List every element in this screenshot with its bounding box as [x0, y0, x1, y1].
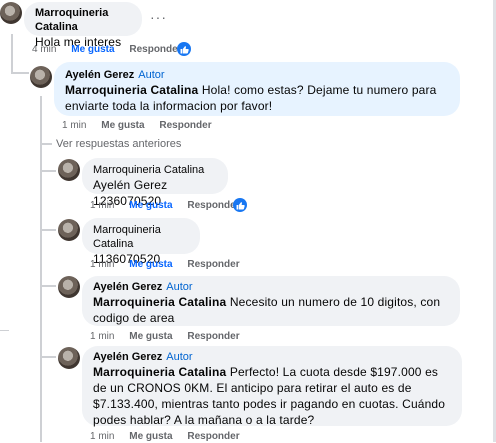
like-button[interactable]: Me gusta: [129, 200, 172, 211]
comment-author: Ayelén Gerez Autor: [93, 280, 448, 294]
mention-link[interactable]: Marroquineria Catalina: [93, 365, 226, 379]
comment-meta: 1 min Me gusta Responder: [90, 259, 252, 271]
comment-time[interactable]: 1 min: [90, 200, 114, 211]
like-button[interactable]: Me gusta: [129, 331, 172, 342]
reply-button[interactable]: Responder: [129, 44, 181, 55]
comment-time[interactable]: 1 min: [90, 259, 114, 270]
comment-bubble: Ayelén Gerez Autor Marroquineria Catalina…: [82, 346, 462, 428]
author-badge: Autor: [166, 351, 193, 363]
view-previous-replies-link[interactable]: Ver respuestas anteriores: [56, 138, 181, 150]
comment-bubble: Marroquineria Catalina 1136070520: [82, 218, 200, 266]
comment-author[interactable]: Marroquineria Catalina: [35, 6, 130, 34]
thread-line-branch-2: [40, 170, 56, 172]
left-edge-divider: [0, 330, 9, 331]
thread-line-replies: [40, 96, 42, 442]
thread-line-branch-3: [40, 229, 56, 231]
comment-author[interactable]: Marroquineria Catalina: [93, 163, 216, 177]
reply-button[interactable]: Responder: [187, 331, 239, 342]
mention-link[interactable]: Marroquineria Catalina: [93, 295, 226, 309]
like-button[interactable]: Me gusta: [101, 120, 144, 131]
avatar[interactable]: [0, 2, 22, 24]
author-badge: Autor: [138, 69, 165, 81]
avatar[interactable]: [58, 219, 80, 241]
author-name[interactable]: Ayelén Gerez: [93, 351, 162, 363]
comment-author[interactable]: Marroquineria Catalina: [93, 223, 188, 251]
like-reaction-icon[interactable]: [177, 42, 191, 56]
comment-text: Marroquineria Catalina Perfecto! La cuot…: [93, 364, 450, 428]
comment-bubble: Ayelén Gerez Autor Marroquineria Catalina…: [82, 276, 460, 326]
like-reaction-icon[interactable]: [233, 198, 247, 212]
comment-author: Ayelén Gerez Autor: [93, 350, 450, 364]
comment-author: Ayelén Gerez Autor: [65, 68, 448, 82]
comment-time[interactable]: 1 min: [90, 431, 114, 442]
thread-line-branch-4: [40, 285, 56, 287]
avatar[interactable]: [58, 347, 80, 369]
comment-bubble: Marroquineria Catalina Hola me interes: [24, 2, 142, 49]
comment-meta: 1 min Me gusta Responder: [62, 120, 224, 132]
avatar[interactable]: [58, 276, 80, 298]
comment-meta: 1 min Me gusta Responder: [90, 331, 252, 343]
like-button[interactable]: Me gusta: [129, 431, 172, 442]
avatar[interactable]: [58, 159, 80, 181]
comment-meta: 4 min Me gusta Responder: [32, 44, 194, 56]
comment-text: Marroquineria Catalina Hola! como estas?…: [65, 82, 448, 114]
comment-bubble: Marroquineria Catalina Ayelén Gerez 1236…: [82, 158, 228, 208]
like-button[interactable]: Me gusta: [71, 44, 114, 55]
comment-text: Marroquineria Catalina Necesito un numer…: [93, 294, 448, 326]
thread-line-branch-5: [40, 356, 56, 358]
thread-line-prev-branch: [40, 143, 52, 145]
mention-link[interactable]: Ayelén Gerez: [93, 178, 167, 192]
reply-button[interactable]: Responder: [187, 259, 239, 270]
reply-button[interactable]: Responder: [187, 431, 239, 442]
comment-meta: 1 min Me gusta Responder: [90, 200, 252, 212]
comment-meta: 1 min Me gusta Responder: [90, 431, 252, 443]
comment-time[interactable]: 1 min: [90, 331, 114, 342]
mention-link[interactable]: Marroquineria Catalina: [65, 83, 198, 97]
avatar[interactable]: [30, 66, 52, 88]
author-name[interactable]: Ayelén Gerez: [65, 69, 134, 81]
thread-line-branch: [11, 72, 29, 74]
comment-time[interactable]: 4 min: [32, 44, 56, 55]
comment-bubble: Ayelén Gerez Autor Marroquineria Catalina…: [54, 62, 460, 116]
comment-time[interactable]: 1 min: [62, 120, 86, 131]
author-badge: Autor: [166, 281, 193, 293]
like-button[interactable]: Me gusta: [129, 259, 172, 270]
reply-button[interactable]: Responder: [159, 120, 211, 131]
reply-button[interactable]: Responder: [187, 200, 239, 211]
thread-line-main: [11, 34, 13, 74]
author-name[interactable]: Ayelén Gerez: [93, 281, 162, 293]
three-dots-icon[interactable]: ···: [150, 9, 167, 25]
